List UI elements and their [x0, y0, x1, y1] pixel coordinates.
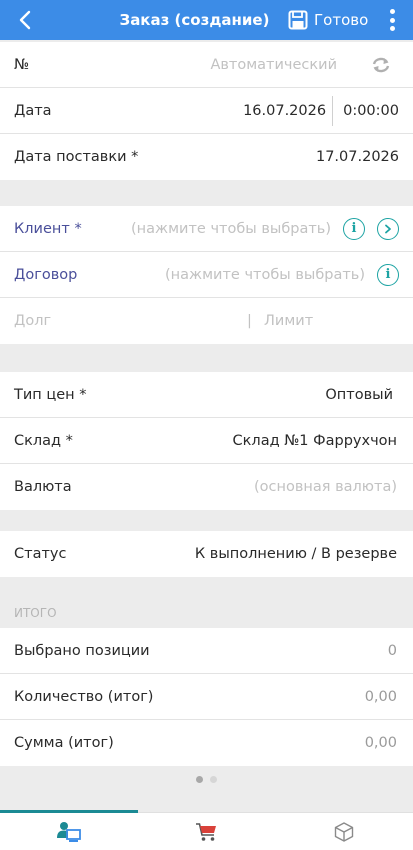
- price-type-value[interactable]: Оптовый: [325, 387, 393, 403]
- refresh-button[interactable]: [369, 53, 393, 77]
- date-row[interactable]: Дата 16.07.2026 0:00:00: [0, 88, 413, 134]
- currency-placeholder[interactable]: (основная валюта): [254, 479, 397, 495]
- app-header: Заказ (создание) Готово: [0, 0, 413, 40]
- limit-label: Лимит: [264, 313, 314, 329]
- page-indicator: [0, 776, 413, 783]
- number-label: №: [14, 56, 30, 73]
- tab-client[interactable]: [0, 810, 138, 850]
- warehouse-value[interactable]: Склад №1 Фаррухчон: [233, 433, 397, 449]
- price-type-row[interactable]: Тип цен * Оптовый: [0, 372, 413, 418]
- client-open-button[interactable]: [377, 217, 399, 240]
- status-section: Статус К выполнению / В резерве: [0, 531, 413, 577]
- more-vertical-icon: [389, 17, 395, 23]
- positions-row: Выбрано позиции 0: [0, 628, 413, 674]
- price-type-label: Тип цен *: [14, 386, 87, 403]
- time-value[interactable]: 0:00:00: [343, 103, 399, 119]
- client-label: Клиент *: [14, 220, 82, 237]
- client-placeholder[interactable]: (нажмите чтобы выбрать): [131, 221, 331, 237]
- tab-cart[interactable]: [138, 813, 276, 850]
- debt-limit-separator: |: [247, 313, 252, 329]
- doc-section: № Автоматический Дата 16.07.2026 0:00:00…: [0, 42, 413, 180]
- delivery-date-value[interactable]: 17.07.2026: [316, 149, 399, 165]
- page-dot-active[interactable]: [196, 776, 203, 783]
- debt-limit-row: Долг | Лимит: [0, 298, 413, 344]
- contract-placeholder[interactable]: (нажмите чтобы выбрать): [165, 267, 365, 283]
- status-row[interactable]: Статус К выполнению / В резерве: [0, 531, 413, 577]
- contract-info-icon[interactable]: i: [377, 263, 399, 286]
- debt-label: Долг: [14, 313, 52, 329]
- number-value: Автоматический: [210, 56, 337, 73]
- date-label: Дата: [14, 102, 52, 119]
- tab-products[interactable]: [275, 813, 413, 850]
- delivery-date-row[interactable]: Дата поставки * 17.07.2026: [0, 134, 413, 180]
- status-value[interactable]: К выполнению / В резерве: [195, 546, 397, 562]
- package-box-icon: [334, 821, 354, 842]
- positions-value: 0: [387, 642, 397, 659]
- save-label: Готово: [314, 11, 369, 29]
- client-info-icon[interactable]: i: [343, 217, 365, 240]
- refresh-icon: [372, 57, 390, 72]
- contract-label: Договор: [14, 266, 78, 283]
- warehouse-row[interactable]: Склад * Склад №1 Фаррухчон: [0, 418, 413, 464]
- totals-section-title: ИТОГО: [14, 606, 57, 620]
- chevron-right-icon: [385, 224, 391, 233]
- delivery-date-label: Дата поставки *: [14, 149, 139, 165]
- more-vertical-icon: [389, 26, 395, 31]
- save-button[interactable]: Готово: [288, 8, 368, 32]
- sum-row: Сумма (итог) 0,00: [0, 720, 413, 766]
- bottom-tab-bar: [0, 810, 413, 850]
- floppy-disk-icon: [288, 10, 308, 30]
- warehouse-label: Склад *: [14, 432, 73, 449]
- client-row[interactable]: Клиент * (нажмите чтобы выбрать) i: [0, 206, 413, 252]
- quantity-label: Количество (итог): [14, 688, 154, 705]
- quantity-row: Количество (итог) 0,00: [0, 674, 413, 720]
- currency-label: Валюта: [14, 479, 72, 495]
- number-row: № Автоматический: [0, 42, 413, 88]
- currency-row[interactable]: Валюта (основная валюта): [0, 464, 413, 510]
- page-dot[interactable]: [210, 776, 217, 783]
- totals-section: Выбрано позиции 0 Количество (итог) 0,00…: [0, 628, 413, 766]
- date-time-divider: [332, 95, 334, 126]
- client-section: Клиент * (нажмите чтобы выбрать) i Догов…: [0, 206, 413, 344]
- positions-label: Выбрано позиции: [14, 642, 150, 659]
- date-value[interactable]: 16.07.2026: [243, 103, 326, 119]
- shopping-cart-icon: [195, 822, 216, 841]
- sum-value: 0,00: [364, 735, 397, 751]
- more-vertical-icon: [389, 9, 395, 14]
- params-section: Тип цен * Оптовый Склад * Склад №1 Фарру…: [0, 372, 413, 510]
- client-computer-icon: [56, 821, 81, 842]
- quantity-value: 0,00: [364, 688, 397, 705]
- status-label: Статус: [14, 546, 67, 562]
- more-menu-button[interactable]: [387, 9, 397, 31]
- contract-row[interactable]: Договор (нажмите чтобы выбрать) i: [0, 252, 413, 298]
- sum-label: Сумма (итог): [14, 735, 114, 751]
